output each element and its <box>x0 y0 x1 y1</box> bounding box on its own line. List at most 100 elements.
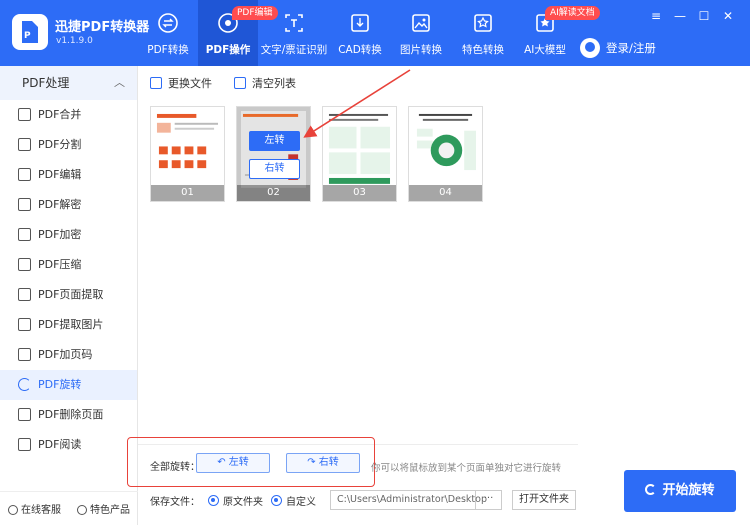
rotate-all-left-label: 左转 <box>228 457 249 468</box>
save-path-input[interactable]: C:\Users\Administrator\Desktop <box>330 490 487 510</box>
sidebar-header[interactable]: PDF处理 ︿ <box>0 66 137 100</box>
sidebar-item-decrypt[interactable]: PDF解密 <box>0 190 137 220</box>
rotate-right-icon: ↷ <box>307 457 316 468</box>
page-extract-icon <box>18 288 31 301</box>
replace-file-button[interactable]: 更换文件 <box>150 75 212 91</box>
sidebar-item-label: PDF旋转 <box>38 378 82 391</box>
replace-file-label: 更换文件 <box>168 77 212 90</box>
nav-cad-convert[interactable]: CAD转换 <box>330 0 390 66</box>
save-options: 保存文件： 原文件夹 自定义 C:\Users\Administrator\De… <box>150 490 576 510</box>
sidebar-item-image-extract[interactable]: PDF提取图片 <box>0 310 137 340</box>
split-icon <box>18 138 31 151</box>
start-rotate-button[interactable]: 开始旋转 <box>624 470 736 512</box>
file-toolbar: 更换文件 清空列表 <box>150 72 318 94</box>
radio-source-folder[interactable] <box>208 494 219 506</box>
text-ocr-icon <box>285 14 303 32</box>
sidebar-item-label: PDF编辑 <box>38 168 82 181</box>
sidebar: PDF处理 ︿ PDF合并 PDF分割 PDF编辑 PDF解密 PDF加密 PD… <box>0 66 138 525</box>
image-extract-icon <box>18 318 31 331</box>
rotate-all-label: 全部旋转： <box>150 462 200 473</box>
sidebar-item-label: PDF解密 <box>38 198 82 211</box>
product-icon <box>77 505 87 515</box>
open-folder-button[interactable]: 打开文件夹 <box>512 490 576 510</box>
page-number: 04 <box>409 185 482 201</box>
menu-icon[interactable]: ≡ <box>646 8 666 24</box>
delete-page-icon <box>18 408 31 421</box>
clear-list-label: 清空列表 <box>252 77 296 90</box>
rotate-all-right-label: 右转 <box>318 457 339 468</box>
sidebar-item-encrypt[interactable]: PDF加密 <box>0 220 137 250</box>
page-number-icon <box>18 348 31 361</box>
sidebar-item-compress[interactable]: PDF压缩 <box>0 250 137 280</box>
featured-products-button[interactable]: 特色产品 <box>77 501 130 516</box>
pdf-convert-icon <box>158 13 178 33</box>
page-number: 02 <box>237 185 310 201</box>
page-thumbnail[interactable]: 01 <box>150 106 225 202</box>
sidebar-item-rotate[interactable]: PDF旋转 <box>0 370 137 400</box>
avatar <box>580 38 600 58</box>
sidebar-item-read[interactable]: PDF阅读 <box>0 430 137 460</box>
sidebar-item-label: PDF阅读 <box>38 438 82 451</box>
sidebar-footer: 在线客服 特色产品 <box>0 491 138 525</box>
nav-label: 特色转换 <box>462 44 504 56</box>
nav-image-convert[interactable]: 图片转换 <box>390 0 452 66</box>
trash-icon <box>234 77 246 89</box>
nav-label: 图片转换 <box>400 44 442 56</box>
nav-special-convert[interactable]: 特色转换 <box>452 0 514 66</box>
cad-convert-icon <box>351 14 369 32</box>
rotate-left-icon: ↶ <box>217 457 226 468</box>
rotate-icon <box>18 378 31 391</box>
rotate-left-button[interactable]: 左转 <box>249 131 300 151</box>
page-number: 01 <box>151 185 224 201</box>
custom-folder-label: 自定义 <box>286 496 316 508</box>
nav-pdf-convert[interactable]: PDF转换 <box>138 0 198 66</box>
compress-icon <box>18 258 31 271</box>
maximize-icon[interactable]: ☐ <box>694 8 714 24</box>
nav-badge-ai: AI解读文档 <box>545 6 600 20</box>
save-label: 保存文件： <box>150 496 200 508</box>
radio-custom-folder[interactable] <box>271 494 282 506</box>
headset-icon <box>8 505 18 515</box>
login-label: 登录/注册 <box>606 41 656 55</box>
app-name: 迅捷PDF转换器 <box>55 20 150 35</box>
rotate-all-panel: 全部旋转： ↶ 左转 ↷ 右转 <box>127 437 375 487</box>
nav-label: 文字/票证识别 <box>260 44 328 56</box>
sidebar-item-split[interactable]: PDF分割 <box>0 130 137 160</box>
shield-icon <box>18 228 31 241</box>
sidebar-item-merge[interactable]: PDF合并 <box>0 100 137 130</box>
sidebar-item-label: PDF分割 <box>38 138 82 151</box>
page-thumbnail[interactable]: 04 <box>408 106 483 202</box>
nav-label: PDF转换 <box>147 44 189 56</box>
edit-icon <box>18 168 31 181</box>
sidebar-item-label: PDF加密 <box>38 228 82 241</box>
sidebar-item-label: PDF压缩 <box>38 258 82 271</box>
nav-badge-pdf-edit: PDF编辑 <box>232 6 278 20</box>
page-number: 03 <box>323 185 396 201</box>
close-icon[interactable]: ✕ <box>718 8 738 24</box>
window-controls: ≡ — ☐ ✕ <box>642 8 738 24</box>
clear-list-button[interactable]: 清空列表 <box>234 75 296 91</box>
online-service-button[interactable]: 在线客服 <box>8 501 61 516</box>
sidebar-item-label: PDF删除页面 <box>38 408 104 421</box>
main-nav: PDF转换 PDF操作 文字/票证识别 CAD转换 图片转换 特色转换 AI大模… <box>138 0 576 66</box>
minimize-icon[interactable]: — <box>670 8 690 24</box>
page-thumbnail-selected[interactable]: 左转 右转 02 <box>236 106 311 202</box>
refresh-icon <box>645 484 657 495</box>
rotate-right-button[interactable]: 右转 <box>249 159 300 179</box>
rotate-all-left-button[interactable]: ↶ 左转 <box>196 453 270 473</box>
rotate-all-right-button[interactable]: ↷ 右转 <box>286 453 360 473</box>
login-button[interactable]: 登录/注册 <box>580 38 656 58</box>
online-service-label: 在线客服 <box>21 505 61 516</box>
browse-button[interactable]: ··· <box>476 490 502 510</box>
nav-label: PDF操作 <box>205 44 251 56</box>
merge-icon <box>18 108 31 121</box>
page-thumbnail[interactable]: 03 <box>322 106 397 202</box>
add-file-icon <box>150 77 162 89</box>
sidebar-item-page-number[interactable]: PDF加页码 <box>0 340 137 370</box>
page-thumbnails: 01 左转 右转 02 03 04 <box>150 106 494 202</box>
sidebar-item-page-extract[interactable]: PDF页面提取 <box>0 280 137 310</box>
sidebar-item-delete-page[interactable]: PDF删除页面 <box>0 400 137 430</box>
sidebar-item-label: PDF页面提取 <box>38 288 104 301</box>
sidebar-item-edit[interactable]: PDF编辑 <box>0 160 137 190</box>
app-version: v1.1.9.0 <box>56 36 93 46</box>
